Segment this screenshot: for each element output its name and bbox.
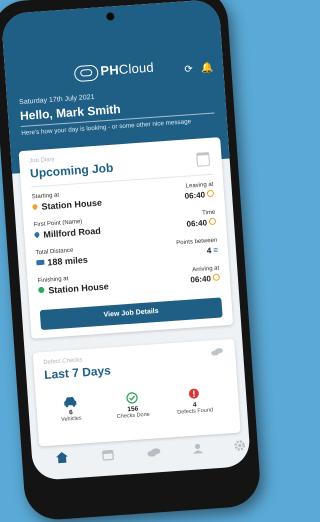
calendar-icon[interactable] — [196, 151, 211, 167]
user-icon — [193, 443, 204, 454]
car-icon — [64, 397, 77, 408]
distance-icon — [36, 259, 45, 266]
clock-icon — [206, 189, 215, 198]
defect-checks-card: Defect Checks Last 7 Days 6 Vehicles 156… — [32, 338, 241, 447]
nav-calendar[interactable] — [97, 447, 118, 466]
nav-defects[interactable] — [143, 444, 164, 463]
calendar-icon — [102, 449, 114, 461]
upcoming-job-card: Job Diary Upcoming Job Starting at Leavi… — [18, 137, 234, 339]
defect-stats: 6 Vehicles 156 Checks Done 4 Defects Fou… — [36, 385, 238, 423]
location-pin-icon — [31, 203, 39, 211]
bell-icon[interactable]: 🔔 — [200, 62, 213, 74]
phone-frame: PHCloud ⟳ 🔔 Saturday 17th July 2021 Hello… — [0, 0, 262, 522]
clock-icon — [212, 273, 221, 281]
refresh-icon[interactable]: ⟳ — [184, 64, 193, 76]
defects-icon[interactable] — [211, 347, 224, 356]
stat-checks-done: 156 Checks Done — [102, 390, 164, 421]
nav-settings[interactable] — [229, 438, 250, 457]
cloud-logo-icon — [74, 64, 100, 82]
card-title: Upcoming Job — [29, 160, 114, 181]
location-pin-icon — [33, 231, 41, 239]
nav-profile[interactable] — [187, 441, 208, 460]
card-kicker: Job Diary — [29, 156, 55, 165]
view-job-details-button[interactable]: View Job Details — [39, 297, 223, 331]
nav-home[interactable] — [52, 450, 73, 469]
clock-icon — [208, 217, 217, 226]
app-screen: PHCloud ⟳ 🔔 Saturday 17th July 2021 Hello… — [0, 0, 252, 481]
home-icon — [56, 451, 68, 464]
distance-row: Total Distance Points between 188 miles … — [35, 237, 219, 268]
defects-icon — [147, 448, 161, 457]
warning-icon — [188, 388, 199, 399]
front-camera — [106, 12, 115, 21]
destination-icon — [38, 286, 45, 294]
stat-defects-found: 4 Defects Found — [164, 386, 226, 417]
stat-vehicles: 6 Vehicles — [40, 394, 102, 424]
header-actions: ⟳ 🔔 — [176, 62, 214, 76]
finishing-row: Finishing at Arriving at Station House 0… — [37, 265, 221, 296]
first-point-row: First Point (Name) Time Millford Road 06… — [33, 209, 217, 240]
list-icon: ≡ — [212, 245, 219, 255]
check-circle-icon — [126, 392, 138, 404]
gear-icon — [234, 440, 245, 451]
card-title: Last 7 Days — [43, 363, 112, 382]
